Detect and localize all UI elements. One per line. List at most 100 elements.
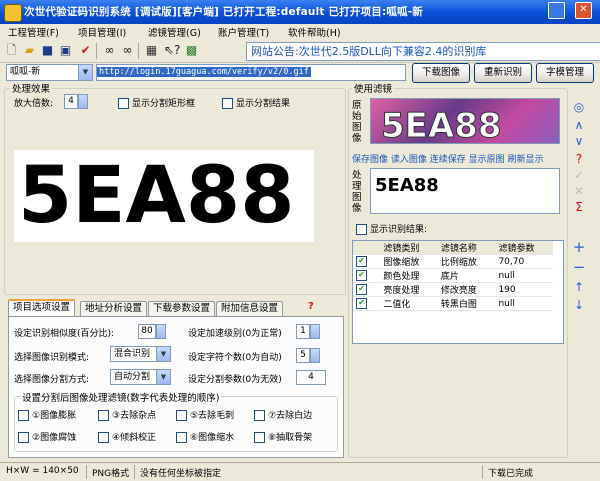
tab-project-options[interactable]: 项目选项设置 (8, 299, 76, 317)
zoom-spinner[interactable] (78, 94, 88, 109)
move-up-icon[interactable]: ↑ (572, 280, 586, 294)
tab-download-params[interactable]: 下载参数设置 (148, 301, 216, 316)
option-trim-white[interactable]: ⑦去除白边 (254, 408, 312, 421)
option-checkbox[interactable] (98, 410, 109, 421)
new-icon[interactable]: 🗋 (4, 43, 19, 58)
sigma-icon[interactable]: Σ (572, 200, 586, 214)
show-rect-option[interactable]: 显示分割矩形框 (118, 96, 195, 109)
cross-disabled-icon[interactable]: ✕ (572, 184, 586, 198)
column-header[interactable]: 滤镜参数 (495, 241, 553, 255)
accel-input[interactable]: 1 (296, 324, 310, 339)
url-input[interactable]: http://login.17guagua.com/verify/v2/0.gi… (96, 64, 406, 81)
check-disabled-icon[interactable]: ✓ (572, 168, 586, 182)
show-original-link[interactable]: 显示原图 (469, 155, 505, 165)
save-image-link[interactable]: 保存图像 (352, 155, 388, 165)
zoom-input[interactable]: 4 (64, 94, 78, 109)
option-label: ①图像膨胀 (32, 411, 77, 421)
remove-icon[interactable]: − (572, 260, 586, 275)
menu-account-manage[interactable]: 账户管理(T) (218, 25, 269, 39)
binoculars-alt-icon[interactable]: ∞ (120, 43, 135, 58)
binoculars-icon[interactable]: ∞ (102, 43, 117, 58)
show-result-option[interactable]: 显示分割结果 (222, 96, 290, 109)
menu-help[interactable]: 软件帮助(H) (288, 25, 341, 39)
option-checkbox[interactable] (254, 410, 265, 421)
similarity-input[interactable]: 80 (138, 324, 156, 339)
row-checkbox[interactable]: ✔ (356, 298, 367, 309)
row-checkbox[interactable]: ✔ (356, 284, 367, 295)
reidentify-button[interactable]: 重新识别 (474, 63, 532, 83)
option-deskew[interactable]: ④倾斜校正 (98, 430, 156, 443)
down-arrow-icon[interactable]: ∨ (572, 134, 586, 148)
menu-filter-manage[interactable]: 滤镜管理(G) (148, 25, 201, 39)
project-select[interactable]: 呱呱-新 ▼ (6, 64, 93, 81)
option-checkbox[interactable] (18, 432, 29, 443)
tab-extra-info[interactable]: 附加信息设置 (216, 301, 284, 316)
window-title: 次世代验证码识别系统 [调试版][客户端] 已打开工程:default 已打开项… (24, 6, 424, 18)
option-denoise[interactable]: ③去除杂点 (98, 408, 156, 421)
tab-help-icon[interactable]: ? (308, 301, 314, 312)
accel-spinner[interactable] (310, 324, 320, 339)
tab-address-analysis[interactable]: 地址分析设置 (80, 301, 148, 316)
settings-tabs: 项目选项设置 地址分析设置 下载参数设置 附加信息设置 ? (8, 299, 338, 317)
help-pointer-icon[interactable]: ⇖? (164, 43, 180, 58)
option-shrink[interactable]: ⑥图像缩水 (176, 430, 234, 443)
chevron-down-icon[interactable]: ▼ (78, 65, 92, 80)
mode-select[interactable]: 混合识别 ▼ (110, 346, 171, 362)
table-row[interactable]: ✔ 亮度处理 修改亮度 190 (353, 282, 553, 297)
open-icon[interactable]: ▰ (22, 43, 37, 58)
option-deburr[interactable]: ⑤去除毛刺 (176, 408, 234, 421)
grid-icon[interactable]: ▦ (144, 43, 159, 58)
question-icon[interactable]: ? (572, 152, 586, 166)
filter-name: 底片 (437, 268, 496, 283)
chars-spinner[interactable] (310, 348, 320, 363)
post-filter-group-label: 设置分割后图像处理滤镜(数字代表处理的顺序) (20, 390, 222, 404)
filter-param: 190 (495, 282, 553, 297)
load-image-link[interactable]: 读入图像 (391, 155, 427, 165)
refresh-display-link[interactable]: 刷新显示 (508, 155, 544, 165)
split-param-input[interactable]: 4 (296, 370, 326, 385)
target-icon[interactable]: ◎ (572, 100, 586, 114)
show-recognition-checkbox[interactable] (356, 224, 367, 235)
menu-project-manage[interactable]: 工程管理(F) (8, 25, 59, 39)
continuous-save-link[interactable]: 连续保存 (430, 155, 466, 165)
download-image-button[interactable]: 下载图像 (412, 63, 470, 83)
split-select[interactable]: 自动分割 ▼ (110, 369, 171, 385)
minimize-button[interactable] (548, 2, 565, 19)
add-icon[interactable]: + (572, 240, 586, 255)
font-manage-button[interactable]: 字模管理 (536, 63, 594, 83)
option-checkbox[interactable] (176, 432, 187, 443)
option-checkbox[interactable] (98, 432, 109, 443)
check-icon[interactable]: ✔ (78, 43, 93, 58)
close-button[interactable]: ✕ (575, 2, 592, 19)
show-rect-checkbox[interactable] (118, 98, 129, 109)
row-checkbox[interactable]: ✔ (356, 256, 367, 267)
chevron-down-icon[interactable]: ▼ (156, 370, 170, 384)
similarity-spinner[interactable] (156, 324, 166, 339)
table-row[interactable]: ✔ 图像缩放 比例缩放 70,70 (353, 254, 553, 269)
show-recognition-option[interactable]: 显示识别结果: (356, 222, 427, 235)
menu-item-manage[interactable]: 项目管理(I) (78, 25, 126, 39)
column-header[interactable]: 滤镜名称 (437, 241, 496, 255)
option-checkbox[interactable] (254, 432, 265, 443)
save-icon[interactable]: ■ (40, 43, 55, 58)
show-result-checkbox[interactable] (222, 98, 233, 109)
save-as-icon[interactable]: ▣ (58, 43, 73, 58)
option-checkbox[interactable] (18, 410, 29, 421)
option-skeleton[interactable]: ⑧抽取骨架 (254, 430, 312, 443)
captcha-preview-text: 5EA88 (18, 151, 294, 241)
chevron-down-icon[interactable]: ▼ (156, 347, 170, 361)
table-row[interactable]: ✔ 颜色处理 底片 null (353, 268, 553, 283)
column-header[interactable]: 滤镜类别 (380, 241, 438, 255)
image-icon[interactable]: ▩ (184, 43, 199, 58)
table-row[interactable]: ✔ 二值化 转黑白图 null (353, 296, 553, 311)
move-down-icon[interactable]: ↓ (572, 298, 586, 312)
option-checkbox[interactable] (176, 410, 187, 421)
option-dilate[interactable]: ①图像膨胀 (18, 408, 76, 421)
column-header[interactable] (353, 241, 381, 255)
up-arrow-icon[interactable]: ∧ (572, 118, 586, 132)
processed-image: 5EA88 (370, 168, 560, 214)
processed-image-preview: 5EA88 (375, 175, 439, 196)
chars-input[interactable]: 5 (296, 348, 310, 363)
row-checkbox[interactable]: ✔ (356, 270, 367, 281)
option-erode[interactable]: ②图像腐蚀 (18, 430, 76, 443)
